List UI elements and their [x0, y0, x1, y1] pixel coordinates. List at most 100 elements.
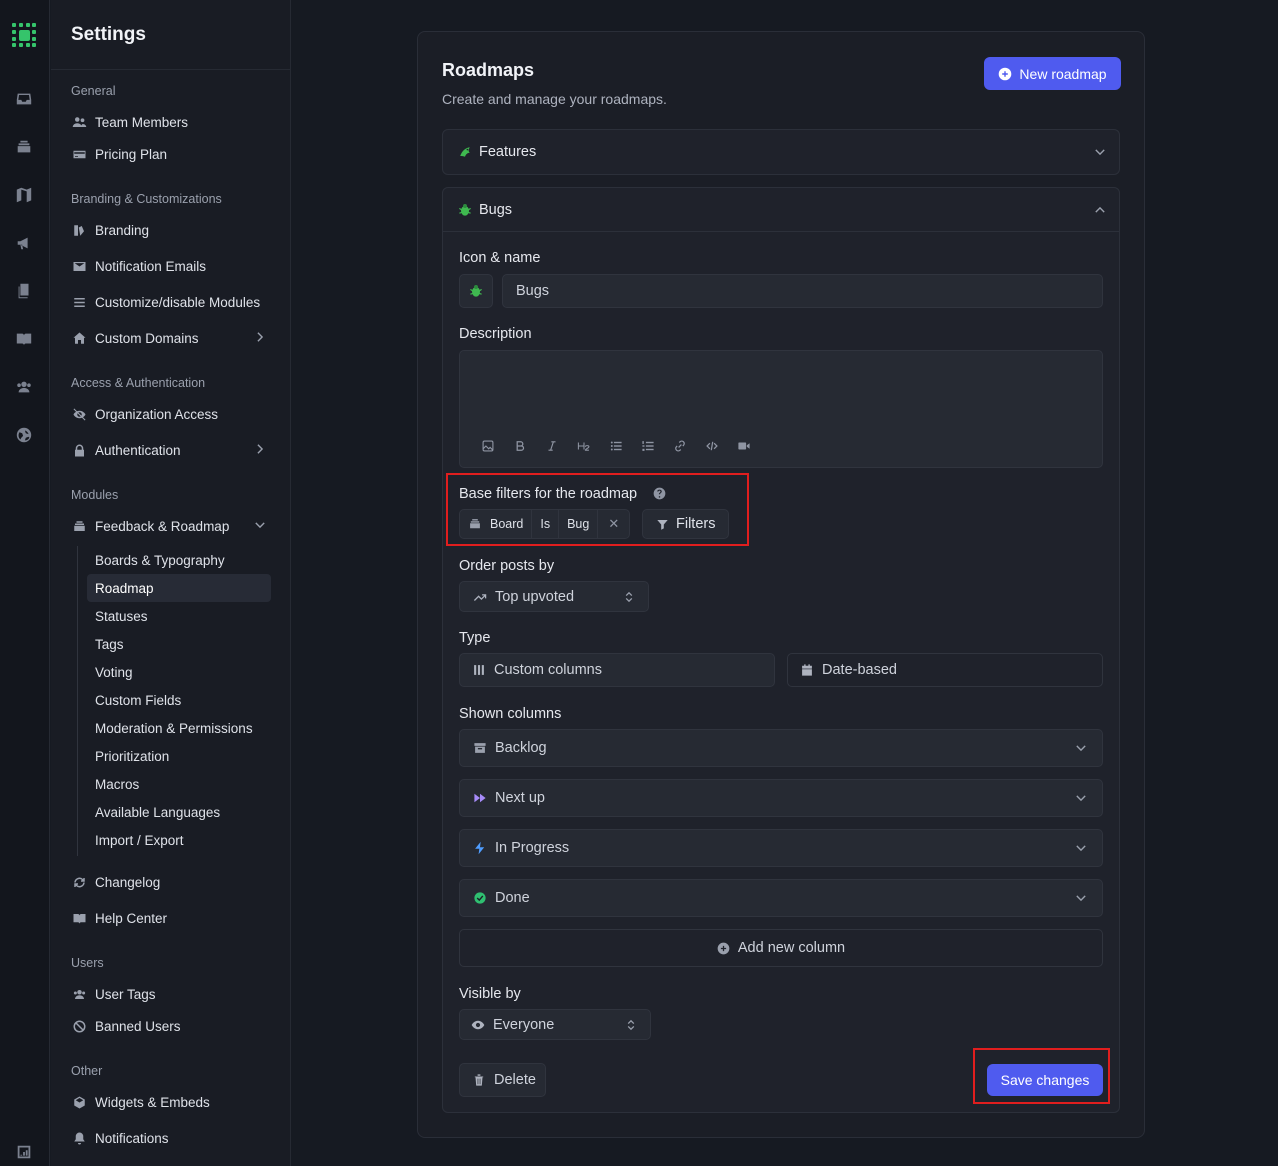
- chevron-down-icon: [1074, 791, 1088, 805]
- sidebar-item-user-tags[interactable]: User Tags: [71, 981, 271, 1007]
- select-arrows-icon: [624, 1018, 638, 1032]
- plus-circle-icon: [717, 942, 730, 955]
- app-logo-icon[interactable]: [11, 22, 37, 48]
- emoji-picker-button[interactable]: [459, 274, 493, 308]
- section-general: General: [71, 84, 116, 98]
- sidebar-item-label: Widgets & Embeds: [95, 1094, 210, 1110]
- sidebar-item-label: Branding: [95, 222, 150, 238]
- column-name: Backlog: [495, 740, 547, 756]
- sidebar-subitem[interactable]: Custom Fields: [87, 686, 271, 714]
- order-posts-select[interactable]: Top upvoted: [459, 581, 649, 612]
- column-row-in-progress[interactable]: In Progress: [459, 829, 1103, 867]
- icon-name-label: Icon & name: [459, 250, 541, 266]
- sidebar-item-pricing-plan[interactable]: Pricing Plan: [71, 141, 271, 167]
- submenu-guide-line: [77, 546, 78, 856]
- megaphone-icon[interactable]: [15, 234, 33, 252]
- check-circle-icon: [473, 890, 489, 906]
- numbered-list-icon[interactable]: [632, 437, 664, 455]
- sidebar-item-feedback-roadmap[interactable]: Feedback & Roadmap: [71, 513, 271, 539]
- docs-icon[interactable]: [15, 282, 33, 300]
- type-date-label: Date-based: [822, 662, 897, 678]
- sidebar-subitem[interactable]: Boards & Typography: [87, 546, 271, 574]
- ban-icon: [71, 1018, 87, 1034]
- sidebar-item-label: Notifications: [95, 1130, 169, 1146]
- add-column-label: Add new column: [737, 940, 846, 956]
- visible-by-select[interactable]: Everyone: [459, 1009, 651, 1040]
- link-icon[interactable]: [664, 437, 696, 455]
- fast-forward-icon: [473, 790, 489, 806]
- bold-icon[interactable]: [504, 437, 536, 455]
- sidebar-subitem[interactable]: Macros: [87, 770, 271, 798]
- column-row-done[interactable]: Done: [459, 879, 1103, 917]
- inbox-icon[interactable]: [15, 90, 33, 108]
- boards-icon: [71, 518, 87, 534]
- book-icon[interactable]: [15, 330, 33, 348]
- stats-icon[interactable]: [15, 1143, 33, 1161]
- sidebar-item-authentication[interactable]: Authentication: [71, 437, 271, 463]
- new-roadmap-button[interactable]: New roadmap: [984, 57, 1121, 90]
- boards-icon[interactable]: [15, 138, 33, 156]
- sidebar-item-team-members[interactable]: Team Members: [71, 109, 271, 135]
- accordion-header[interactable]: Features: [443, 130, 1119, 174]
- sidebar-item-label: Feedback & Roadmap: [95, 518, 230, 534]
- column-name: Next up: [495, 790, 545, 806]
- lock-icon: [71, 442, 87, 458]
- code-icon[interactable]: [696, 437, 728, 455]
- sidebar-item-notifications[interactable]: Notifications: [71, 1125, 271, 1151]
- sidebar-item-help-center[interactable]: Help Center: [71, 905, 271, 931]
- roadmap-name-input[interactable]: Bugs: [502, 274, 1103, 308]
- type-custom-columns-option[interactable]: Custom columns: [459, 653, 775, 687]
- sidebar-subitem[interactable]: Voting: [87, 658, 271, 686]
- sidebar-item-branding[interactable]: Branding: [71, 217, 271, 243]
- bullet-list-icon[interactable]: [600, 437, 632, 455]
- accordion-header[interactable]: Bugs: [443, 188, 1119, 232]
- column-row-next-up[interactable]: Next up: [459, 779, 1103, 817]
- mail-icon: [71, 258, 87, 274]
- archive-icon: [473, 740, 489, 756]
- sidebar-subitem[interactable]: Prioritization: [87, 742, 271, 770]
- user-group-icon: [71, 986, 87, 1002]
- sidebar-subitem[interactable]: Moderation & Permissions: [87, 714, 271, 742]
- sidebar-subitem-active[interactable]: Roadmap: [87, 574, 271, 602]
- sidebar-item-custom-domains[interactable]: Custom Domains: [71, 325, 271, 351]
- sidebar-item-banned-users[interactable]: Banned Users: [71, 1013, 271, 1039]
- roadmap-map-icon[interactable]: [15, 186, 33, 204]
- roadmap-features-accordion[interactable]: Features: [442, 129, 1120, 175]
- video-icon[interactable]: [728, 437, 760, 455]
- type-label: Type: [459, 630, 491, 646]
- heading-2-icon[interactable]: [568, 437, 600, 455]
- users-icon[interactable]: [15, 378, 33, 396]
- sidebar-item-label: Pricing Plan: [95, 146, 168, 162]
- eye-icon: [471, 1017, 487, 1033]
- sidebar-subitem[interactable]: Statuses: [87, 602, 271, 630]
- image-icon[interactable]: [472, 437, 504, 455]
- book-icon: [71, 910, 87, 926]
- description-label: Description: [459, 326, 532, 342]
- section-other: Other: [71, 1064, 103, 1078]
- roadmaps-card: Roadmaps Create and manage your roadmaps…: [417, 31, 1145, 1138]
- sidebar-item-changelog[interactable]: Changelog: [71, 869, 271, 895]
- calendar-icon: [800, 662, 816, 678]
- sidebar-item-label: Authentication: [95, 442, 181, 458]
- globe-icon[interactable]: [15, 426, 33, 444]
- beetle-icon: [470, 285, 482, 297]
- delete-button[interactable]: Delete: [459, 1063, 546, 1097]
- sidebar-item-label: User Tags: [95, 986, 156, 1002]
- sidebar-subitem[interactable]: Tags: [87, 630, 271, 658]
- sidebar-item-notification-emails[interactable]: Notification Emails: [71, 253, 271, 279]
- sidebar-item-widgets-embeds[interactable]: Widgets & Embeds: [71, 1089, 271, 1115]
- bell-icon: [71, 1130, 87, 1146]
- sidebar-subitem[interactable]: Available Languages: [87, 798, 271, 826]
- italic-icon[interactable]: [536, 437, 568, 455]
- accordion-title: Features: [479, 144, 537, 160]
- lightning-icon: [473, 840, 489, 856]
- highlight-save-button: [973, 1048, 1110, 1104]
- type-date-based-option[interactable]: Date-based: [787, 653, 1103, 687]
- column-row-backlog[interactable]: Backlog: [459, 729, 1103, 767]
- sidebar-item-organization-access[interactable]: Organization Access: [71, 401, 271, 427]
- sidebar-item-customize-modules[interactable]: Customize/disable Modules: [71, 289, 271, 315]
- visible-by-value: Everyone: [493, 1016, 555, 1033]
- add-column-button[interactable]: Add new column: [459, 929, 1103, 967]
- sidebar-subitem[interactable]: Import / Export: [87, 826, 271, 854]
- description-editor[interactable]: [459, 350, 1103, 468]
